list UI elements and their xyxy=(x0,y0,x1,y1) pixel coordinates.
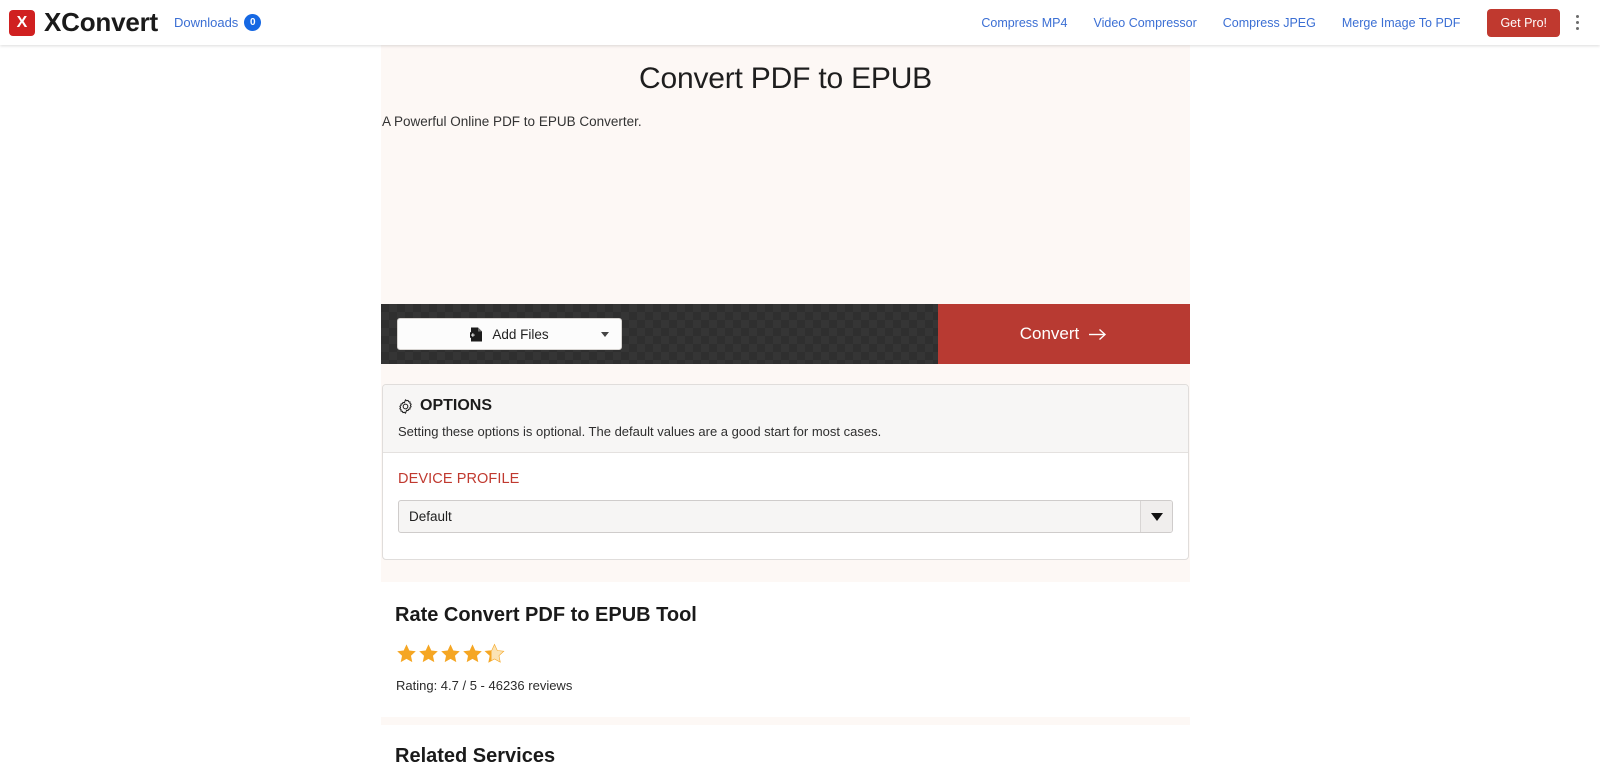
options-title-text: OPTIONS xyxy=(420,397,493,414)
kebab-menu-icon[interactable] xyxy=(1566,8,1588,38)
star-icon-filled[interactable] xyxy=(418,643,439,664)
arrow-right-icon xyxy=(1089,328,1107,340)
nav-link-compress-jpeg[interactable]: Compress JPEG xyxy=(1210,12,1329,34)
options-card-body: DEVICE PROFILE Default xyxy=(383,453,1188,559)
device-profile-label: DEVICE PROFILE xyxy=(398,471,520,487)
device-profile-value: Default xyxy=(409,509,452,524)
downloads-label: Downloads xyxy=(173,15,239,30)
star-icon-filled[interactable] xyxy=(396,643,417,664)
caret-down-icon xyxy=(1150,512,1163,521)
brand-logo[interactable]: X XConvert xyxy=(9,7,158,38)
page-subtitle: A Powerful Online PDF to EPUB Converter. xyxy=(382,114,642,129)
nav-link-compress-mp4[interactable]: Compress MP4 xyxy=(968,12,1080,34)
options-description: Setting these options is optional. The d… xyxy=(398,424,882,439)
convert-button[interactable]: Convert xyxy=(938,304,1190,364)
file-add-icon xyxy=(470,327,483,341)
hero-dropzone-area[interactable] xyxy=(381,129,1190,304)
options-card-wrapper: OPTIONS Setting these options is optiona… xyxy=(381,384,1190,560)
get-pro-button[interactable]: Get Pro! xyxy=(1487,8,1560,37)
device-profile-select-arrow[interactable] xyxy=(1140,501,1172,532)
convert-label: Convert xyxy=(1019,324,1080,343)
add-files-label: Add Files xyxy=(492,326,549,342)
content-column: Convert PDF to EPUB A Powerful Online PD… xyxy=(381,45,1190,768)
add-files-content: Add Files xyxy=(470,326,549,342)
site-header: X XConvert Downloads 0 Compress MP4 Vide… xyxy=(0,0,1600,45)
primary-nav: Compress MP4 Video Compressor Compress J… xyxy=(968,12,1473,34)
kebab-dot xyxy=(1575,21,1579,24)
options-card: OPTIONS Setting these options is optiona… xyxy=(382,384,1189,560)
brand-mark-icon: X xyxy=(9,9,35,36)
kebab-dot xyxy=(1575,15,1579,18)
star-icon-filled[interactable] xyxy=(462,643,483,664)
rate-tool-title: Rate Convert PDF to EPUB Tool xyxy=(395,604,697,626)
options-heading: OPTIONS xyxy=(398,397,1173,415)
device-profile-select[interactable]: Default xyxy=(398,500,1173,533)
options-card-header: OPTIONS Setting these options is optiona… xyxy=(383,385,1188,453)
star-icon-partial[interactable] xyxy=(484,643,505,664)
chevron-down-icon[interactable] xyxy=(601,332,609,337)
nav-link-merge-image-to-pdf[interactable]: Merge Image To PDF xyxy=(1329,12,1474,34)
page-title: Convert PDF to EPUB xyxy=(639,62,932,95)
action-bar-left-panel: Add Files xyxy=(381,304,938,364)
brand-name: XConvert xyxy=(44,7,158,37)
related-services-card: Related Services Convert PDF to MOBI xyxy=(381,725,1190,768)
rating-summary-text: Rating: 4.7 / 5 - 46236 reviews xyxy=(396,678,573,693)
star-icon-filled[interactable] xyxy=(440,643,461,664)
gear-icon xyxy=(399,398,412,414)
kebab-dot xyxy=(1575,27,1579,30)
star-rating[interactable] xyxy=(396,643,1176,664)
downloads-count-badge: 0 xyxy=(244,14,262,31)
related-services-title: Related Services xyxy=(395,745,556,767)
page-body: Convert PDF to EPUB A Powerful Online PD… xyxy=(0,45,1600,768)
downloads-link[interactable]: Downloads 0 xyxy=(173,14,262,31)
nav-link-video-compressor[interactable]: Video Compressor xyxy=(1080,12,1209,34)
rate-tool-card: Rate Convert PDF to EPUB Tool Rating: 4.… xyxy=(381,582,1190,717)
add-files-button[interactable]: Add Files xyxy=(397,318,622,350)
convert-button-content: Convert xyxy=(1020,324,1109,344)
action-bar: Add Files Convert xyxy=(381,304,1190,364)
